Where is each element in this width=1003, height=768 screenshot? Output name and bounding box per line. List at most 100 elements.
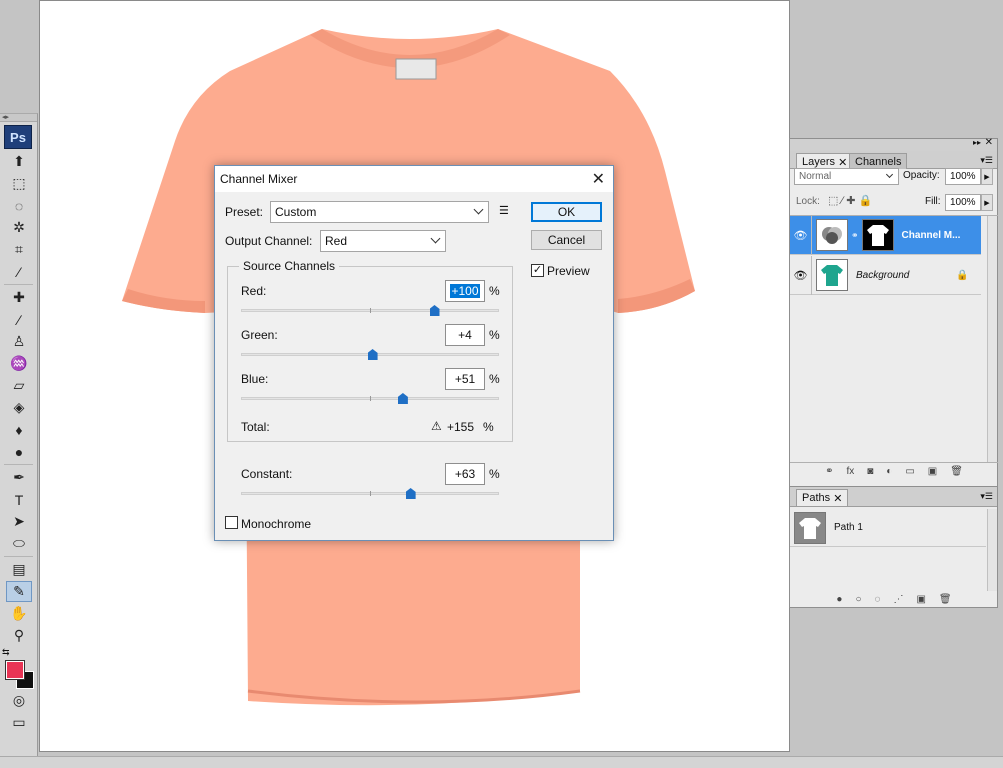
tab-channels[interactable]: Channels [849,153,908,169]
paths-footer: ● ○ ◌ ⋰ ▣ 🗑 [790,591,998,607]
toolbox: ◂▸ Ps ⬆ ⬚ ◌ ✲ ⌗ ⁄ ✚ ∕ ♙ ♒ ▱ ◈ ♦ ● ✒ T ➤ ⬭ ▤ ✎ ✋ ⚲ ⇆ ◎ ▭ [0,113,38,756]
panel-footer-icon[interactable]: ◐ [886,466,892,477]
lasso-tool-icon[interactable]: ◌ [6,195,32,216]
pen-tool-icon[interactable]: ✒ [6,467,32,488]
fill-input[interactable]: 100% [945,194,981,211]
preset-options-icon[interactable]: ☰ [499,204,509,217]
screen-mode-icon[interactable]: ▭ [6,712,32,733]
panel-footer-icon[interactable]: ◌ [874,594,880,605]
dialog-titlebar[interactable]: Channel Mixer ✕ [215,166,613,192]
close-icon[interactable]: ✕ [592,169,605,189]
panel-footer-icon[interactable]: ◙ [867,466,873,477]
total-label: Total: [241,420,270,434]
output-channel-select[interactable]: Red [320,230,446,252]
layers-footer: ⚭ fx ◙ ◐ ▭ ▣ 🗑 [790,463,998,479]
channel-value: +51 [454,372,476,386]
preset-select[interactable]: Custom [270,201,489,223]
collapse-icon[interactable]: ▸▸ [973,138,981,147]
panel-footer-icon[interactable]: ▭ [905,466,914,477]
panel-footer-icon[interactable]: ○ [855,594,861,605]
slider-center-tick [370,491,371,496]
channel-value: +100 [450,284,480,298]
visibility-eye-icon[interactable]: 👁 [790,255,812,295]
eraser-tool-icon[interactable]: ▱ [6,375,32,396]
channel-value-input[interactable]: +51 [445,368,485,390]
source-channels-title: Source Channels [239,259,340,273]
clone-stamp-tool-icon[interactable]: ♙ [6,331,32,352]
marquee-tool-icon[interactable]: ⬚ [6,173,32,194]
status-bar [0,756,1003,768]
photoshop-logo[interactable]: Ps [4,125,32,149]
opacity-input[interactable]: 100% [945,168,981,185]
type-tool-icon[interactable]: T [6,489,32,510]
constant-slider-thumb[interactable] [405,488,416,499]
quick-mask-icon[interactable]: ◎ [6,690,32,711]
toolbox-grip[interactable]: ◂▸ [0,114,37,122]
channel-label: Green: [241,328,278,342]
total-percent: % [483,420,494,434]
check-icon: ✓ [532,264,543,276]
channel-label: Blue: [241,372,269,386]
panel-menu-icon[interactable]: ▾☰ [980,155,993,166]
mask-thumbnail[interactable] [861,219,894,251]
blur-tool-icon[interactable]: ♦ [6,419,32,440]
history-brush-tool-icon[interactable]: ♒ [6,353,32,374]
swap-colors-icon[interactable]: ⇆ [2,647,10,658]
color-swatches: ⇆ [2,647,36,689]
opacity-arrow-icon[interactable]: ▶ [981,168,993,185]
total-value: +155 [447,420,475,434]
chevron-down-icon [473,204,484,215]
adjustment-thumbnail [816,219,848,251]
channel-value: +4 [458,328,472,342]
lock-icon: 🔒 [956,269,969,281]
panel-footer-icon[interactable]: 🗑 [939,594,952,605]
panel-footer-icon[interactable]: 🗑 [950,466,963,477]
cancel-button[interactable]: Cancel [531,230,602,250]
ok-button[interactable]: OK [531,202,602,222]
preview-label: Preview [547,264,590,278]
chain-link-icon[interactable]: ⚭ [851,230,859,241]
panel-footer-icon[interactable]: ⚭ [825,466,833,477]
path-row[interactable]: Path 1 [790,509,986,547]
preview-checkbox[interactable]: ✓ [531,264,544,277]
preset-label: Preset: [225,205,264,219]
foreground-color-swatch[interactable] [5,660,25,680]
tab-paths[interactable]: Paths ✕ [796,489,849,506]
close-icon[interactable]: ✕ [985,137,993,148]
lock-icons[interactable]: ⬚∕✚🔒 [828,194,875,207]
paths-scrollbar[interactable] [987,509,997,591]
hand-tool-icon[interactable]: ✋ [6,603,32,624]
panel-footer-icon[interactable]: ⋰ [893,594,903,605]
paint-bucket-tool-icon[interactable]: ◈ [6,397,32,418]
layer-name: Background [856,269,910,281]
channel-value-input[interactable]: +4 [445,324,485,346]
crop-tool-icon[interactable]: ⌗ [6,239,32,260]
path-selection-tool-icon[interactable]: ➤ [6,511,32,532]
channel-value-input[interactable]: +100 [445,280,485,302]
magic-wand-tool-icon[interactable]: ✲ [6,217,32,238]
healing-brush-tool-icon[interactable]: ✚ [6,287,32,308]
panel-footer-icon[interactable]: fx [846,466,854,477]
panel-footer-icon[interactable]: ● [836,594,842,605]
fill-arrow-icon[interactable]: ▶ [981,194,993,211]
brush-tool-icon[interactable]: ∕ [6,309,32,330]
ellipse-tool-icon[interactable]: ⬭ [6,533,32,554]
monochrome-checkbox[interactable] [225,516,238,529]
notes-tool-icon[interactable]: ▤ [6,559,32,580]
constant-input[interactable]: +63 [445,463,485,485]
blend-mode-select[interactable]: Normal [794,168,899,185]
layer-row-background[interactable]: 👁 Background 🔒 [790,255,981,295]
eyedropper-active-tool-icon[interactable]: ✎ [6,581,32,602]
channel-label: Red: [241,284,267,298]
panel-menu-icon[interactable]: ▾☰ [980,491,993,502]
dodge-tool-icon[interactable]: ● [6,441,32,462]
layers-scrollbar[interactable] [987,216,997,463]
visibility-eye-icon[interactable]: 👁 [790,215,812,255]
panel-footer-icon[interactable]: ▣ [928,466,937,477]
layer-row-channel-mixer[interactable]: 👁 ⚭ Channel M... [790,215,981,255]
zoom-tool-icon[interactable]: ⚲ [6,625,32,646]
panel-footer-icon[interactable]: ▣ [916,594,925,605]
move-tool-icon[interactable]: ⬆ [6,151,32,172]
eyedropper-tool-icon[interactable]: ⁄ [6,261,32,282]
panel-header[interactable]: ▸▸ ✕ [790,137,997,151]
